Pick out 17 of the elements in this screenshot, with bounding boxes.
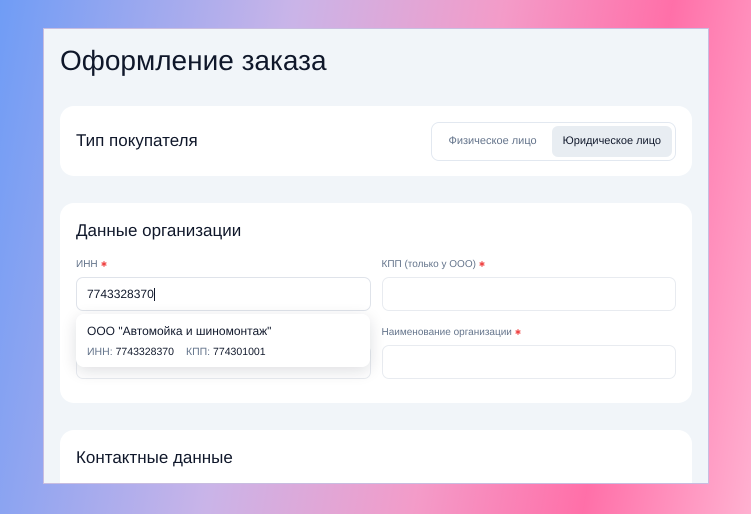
page-title: Оформление заказа <box>60 44 328 78</box>
text-cursor <box>154 288 155 300</box>
input-field[interactable]: 7743328370 <box>76 277 370 311</box>
company-name: ООО "Автомойка и шиномонтаж" <box>87 323 272 339</box>
kpp-value: 774301001 <box>213 346 266 358</box>
inn-label: ИНН: <box>87 346 113 358</box>
section-title: Тип покупателя <box>76 130 198 152</box>
field-label: Наименование организации <box>382 326 512 340</box>
section-title: Данные организации <box>76 220 242 242</box>
kpp-label: КПП: <box>186 346 210 358</box>
inn-value: 7743328370 <box>116 346 174 358</box>
buyer-type-tab[interactable]: Юридическое лицо <box>552 126 672 156</box>
suggestion-dropdown[interactable]: ООО "Автомойка и шиномонтаж" ИНН: 7743328370 КПП: 774301001 <box>76 314 370 367</box>
input-field[interactable] <box>382 345 676 379</box>
field-label: ИНН <box>76 258 98 272</box>
section-title: Контактные данные <box>76 447 234 469</box>
field-label: КПП (только у ООО) <box>382 258 476 272</box>
